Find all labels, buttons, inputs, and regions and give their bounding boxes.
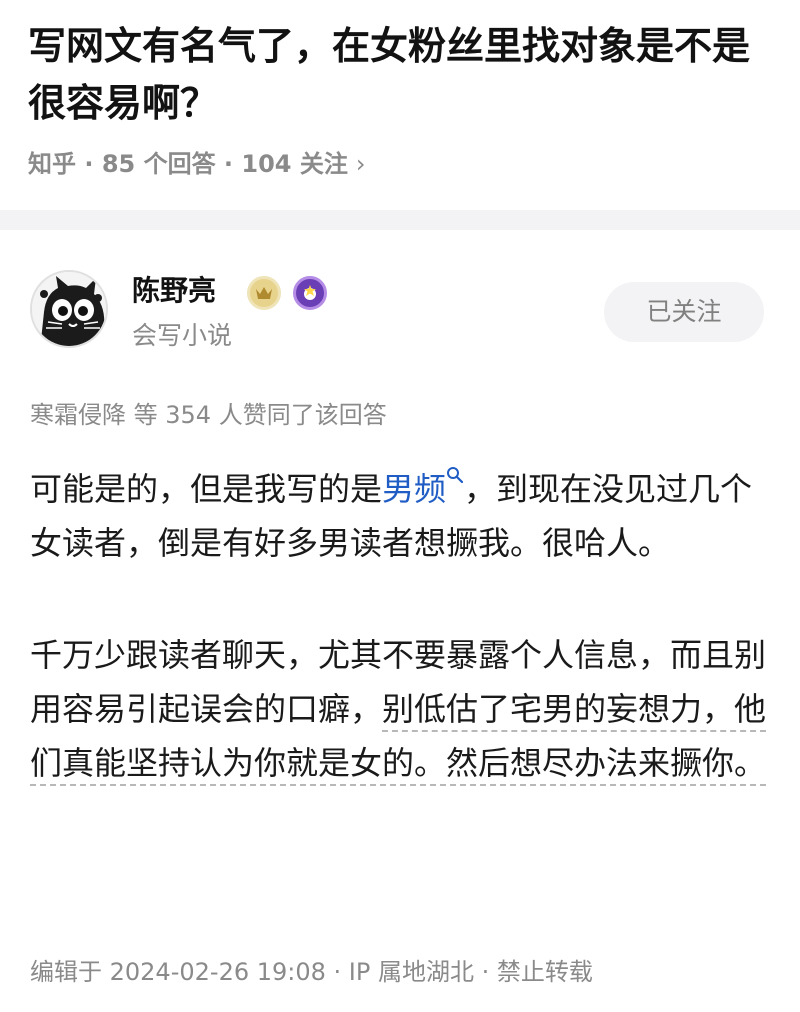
chevron-right-icon: › (355, 150, 366, 178)
cat-avatar-icon (32, 272, 106, 346)
vote-summary[interactable]: 寒霜侵降 等 354 人赞同了该回答 (30, 398, 387, 432)
search-term-link[interactable]: 男频 (382, 470, 446, 508)
author-bio: 会写小说 (132, 321, 233, 350)
question-card: 写网文有名气了，在女粉丝里找对象是不是很容易啊？ 知乎 · 85 个回答 · 1… (0, 0, 800, 210)
follow-button[interactable]: 已关注 (604, 282, 764, 342)
question-meta[interactable]: 知乎 · 85 个回答 · 104 关注 › (28, 148, 365, 180)
answer-footer: 编辑于 2024-02-26 19:08 · IP 属地湖北 · 禁止转载 (30, 958, 593, 986)
question-title[interactable]: 写网文有名气了，在女粉丝里找对象是不是很容易啊？ (28, 18, 768, 132)
answer-paragraph: 千万少跟读者聊天，尤其不要暴露个人信息，而且别用容易引起误会的口癖，别低估了宅男… (30, 628, 770, 790)
question-stats: 知乎 · 85 个回答 · 104 关注 (28, 150, 348, 178)
author-name[interactable]: 陈野亮 (132, 272, 216, 310)
search-icon[interactable] (446, 466, 464, 484)
answer-paragraph: 可能是的，但是我写的是男频 ，到现在没见过几个女读者，倒是有好多男读者想撅我。很哈… (30, 462, 770, 570)
crown-badge-icon[interactable] (247, 276, 281, 310)
answer-body: 可能是的，但是我写的是男频 ，到现在没见过几个女读者，倒是有好多男读者想撅我。很哈… (30, 462, 770, 790)
answer-text: 可能是的，但是我写的是 (30, 470, 383, 508)
avatar[interactable] (30, 270, 108, 348)
purple-star-badge-icon[interactable] (293, 276, 327, 310)
section-divider (0, 210, 800, 230)
